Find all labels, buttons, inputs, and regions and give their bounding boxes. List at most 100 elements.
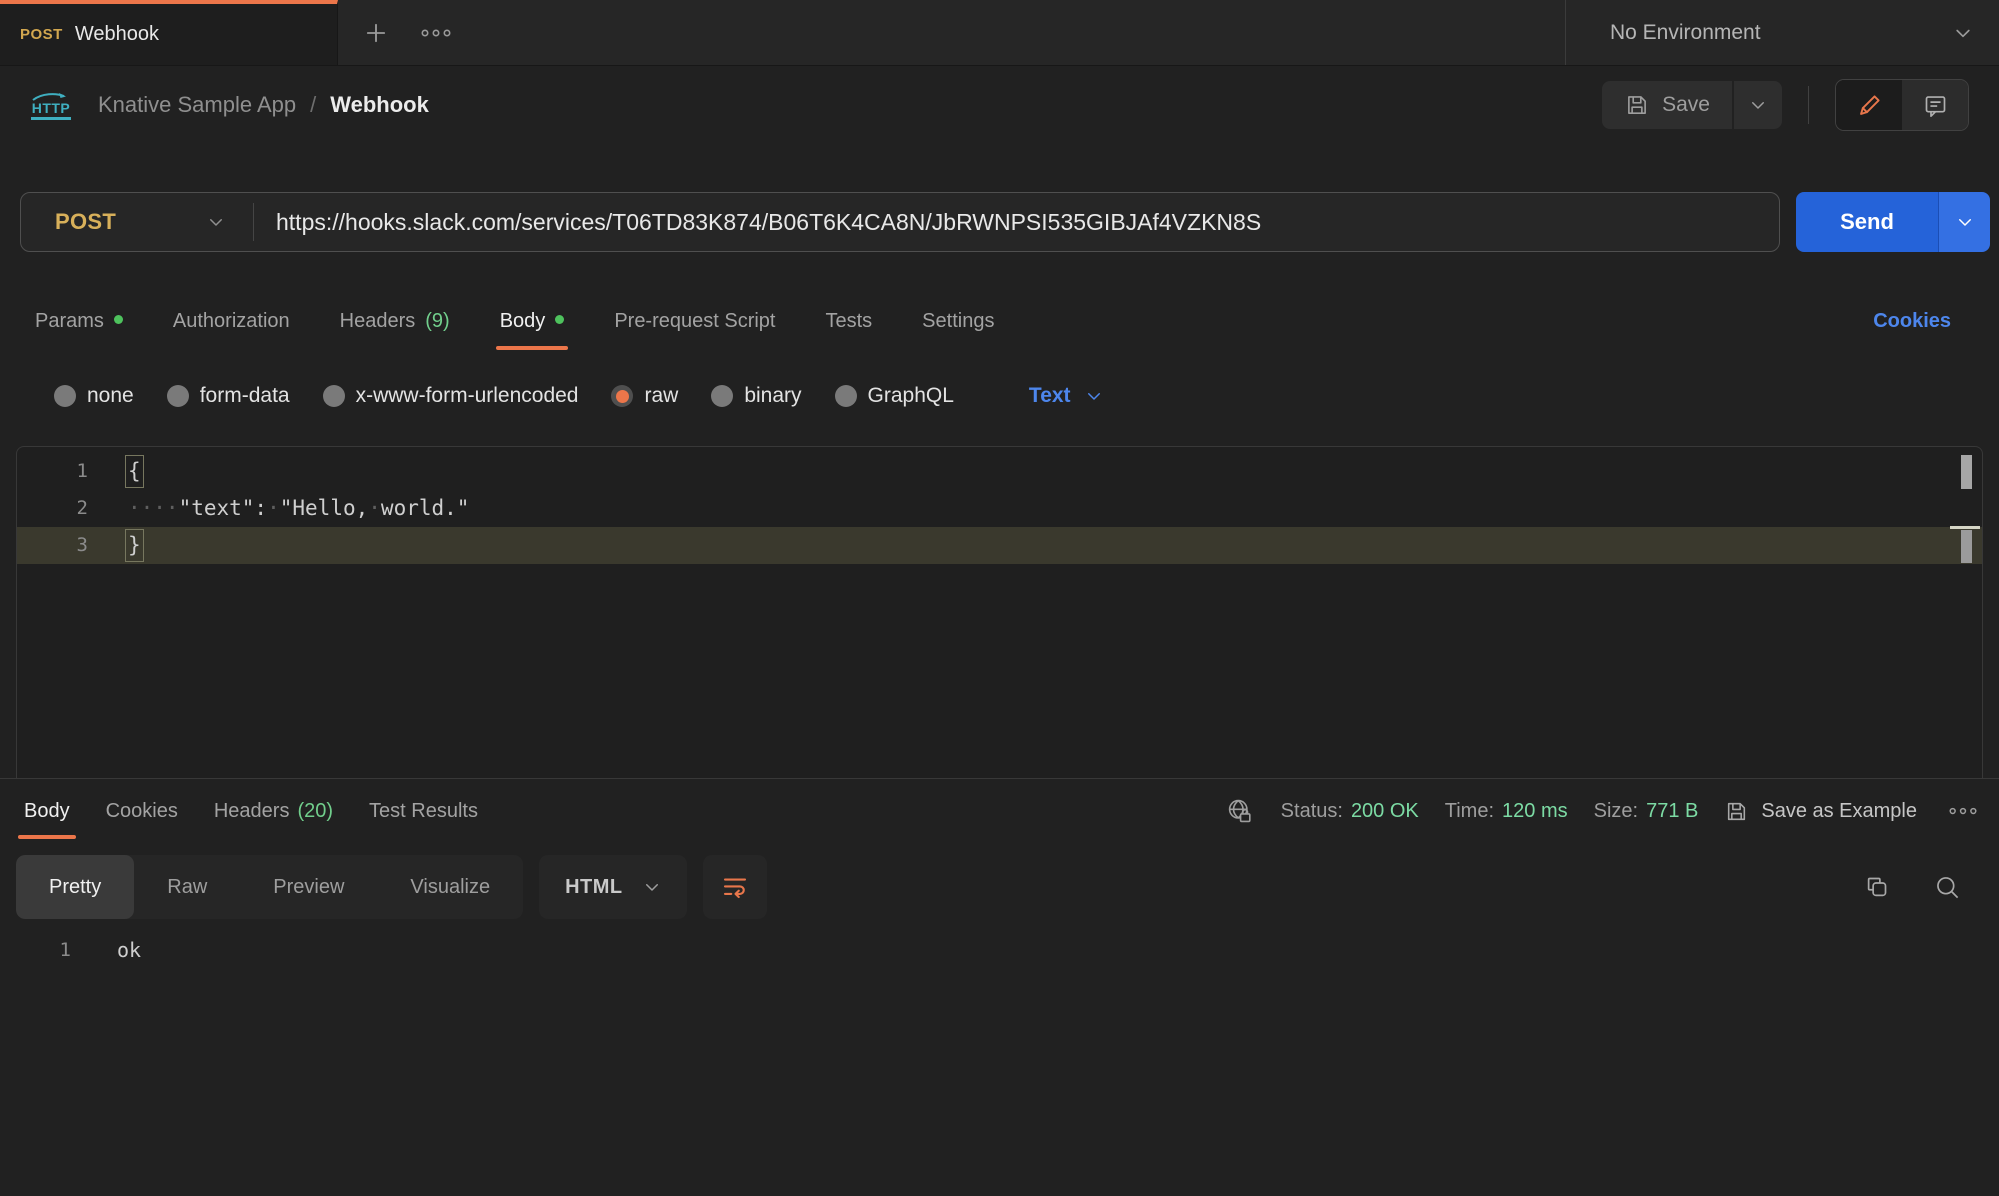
status-badge: Status: 200 OK	[1281, 800, 1419, 823]
radio-x-www-form-urlencoded[interactable]: x-www-form-urlencoded	[323, 384, 579, 408]
edit-comment-group	[1835, 79, 1969, 131]
response-body-tools	[1863, 874, 1961, 901]
tab-tests[interactable]: Tests	[825, 292, 872, 350]
response-tab-cookies[interactable]: Cookies	[106, 779, 178, 843]
save-button-label: Save	[1662, 93, 1710, 117]
view-pretty[interactable]: Pretty	[16, 855, 134, 919]
status-value: 200 OK	[1351, 800, 1419, 823]
chevron-down-icon	[1749, 96, 1767, 114]
raw-language-dropdown[interactable]: Text	[1029, 384, 1103, 408]
line-number: 2	[17, 490, 88, 527]
search-response-button[interactable]	[1934, 874, 1961, 901]
tab-authorization[interactable]: Authorization	[173, 292, 290, 350]
chevron-down-icon	[1953, 23, 1973, 43]
view-visualize[interactable]: Visualize	[377, 855, 523, 919]
response-headers-count: (20)	[297, 800, 333, 823]
plus-icon	[362, 19, 390, 47]
comment-icon	[1922, 92, 1949, 119]
headers-count: (9)	[425, 310, 449, 333]
tab-settings[interactable]: Settings	[922, 292, 994, 350]
comments-button[interactable]	[1902, 80, 1968, 130]
copy-response-button[interactable]	[1863, 874, 1890, 901]
tab-options-button[interactable]	[406, 0, 466, 65]
save-button[interactable]: Save	[1602, 81, 1732, 129]
cookies-link[interactable]: Cookies	[1873, 310, 1951, 333]
send-button-group: Send	[1796, 192, 1990, 252]
url-input[interactable]: https://hooks.slack.com/services/T06TD83…	[254, 209, 1779, 236]
radio-graphql[interactable]: GraphQL	[835, 384, 954, 408]
breadcrumb-request-name[interactable]: Webhook	[330, 92, 429, 118]
network-globe-lock-icon[interactable]	[1225, 796, 1255, 826]
breadcrumb-collection[interactable]: Knative Sample App	[98, 92, 296, 118]
radio-raw[interactable]: raw	[611, 384, 678, 408]
vertical-divider	[1808, 86, 1809, 124]
breadcrumb-row: HTTP Knative Sample App / Webhook Save	[0, 66, 1999, 144]
tab-title: Webhook	[75, 23, 159, 46]
view-preview[interactable]: Preview	[240, 855, 377, 919]
edit-request-button[interactable]	[1836, 80, 1902, 130]
cursor-ruler-mark	[1950, 526, 1980, 529]
editor-line-2: 2 ····"text":·"Hello,·world."	[17, 490, 1982, 527]
response-toolbar: Pretty Raw Preview Visualize HTML	[16, 855, 1983, 919]
save-options-button[interactable]	[1734, 81, 1782, 129]
chevron-down-icon	[207, 213, 225, 231]
chevron-down-icon	[1956, 213, 1974, 231]
radio-circle	[835, 385, 857, 407]
radio-circle	[711, 385, 733, 407]
time-value: 120 ms	[1502, 800, 1568, 823]
format-label: HTML	[565, 876, 623, 899]
view-raw[interactable]: Raw	[134, 855, 240, 919]
response-tab-headers[interactable]: Headers (20)	[214, 779, 333, 843]
save-as-example-button[interactable]: Save as Example	[1724, 799, 1917, 824]
chevron-down-icon	[1085, 387, 1103, 405]
response-body-line[interactable]: 1 ok	[0, 933, 1999, 967]
line-number: 1	[0, 933, 71, 967]
request-tab-webhook[interactable]: POST Webhook	[0, 0, 338, 65]
tab-headers[interactable]: Headers (9)	[340, 292, 450, 350]
send-button[interactable]: Send	[1796, 192, 1938, 252]
editor-line-3-current: 3 }	[17, 527, 1982, 564]
tab-pre-request-script[interactable]: Pre-request Script	[614, 292, 775, 350]
response-view-switcher: Pretty Raw Preview Visualize	[16, 855, 523, 919]
radio-circle-selected	[611, 385, 633, 407]
breadcrumb-separator: /	[310, 92, 316, 118]
response-header: Body Cookies Headers (20) Test Results S…	[0, 779, 1999, 843]
new-tab-button[interactable]	[346, 0, 406, 65]
request-body-editor[interactable]: 1 { 2 ····"text":·"Hello,·world." 3 }	[16, 446, 1983, 778]
tab-bar: POST Webhook No Environment	[0, 0, 1999, 66]
method-dropdown[interactable]: POST	[21, 193, 253, 251]
radio-circle	[323, 385, 345, 407]
postman-app: POST Webhook No Environment HTTP Knative	[0, 0, 1999, 1196]
response-meta: Status: 200 OK Time: 120 ms Size: 771 B …	[1225, 796, 1983, 826]
environment-selector[interactable]: No Environment	[1565, 0, 1999, 65]
response-options-button[interactable]	[1943, 806, 1983, 816]
send-options-button[interactable]	[1938, 192, 1990, 252]
response-tab-test-results[interactable]: Test Results	[369, 779, 478, 843]
radio-circle	[167, 385, 189, 407]
wrap-lines-button[interactable]	[703, 855, 767, 919]
response-tab-body[interactable]: Body	[24, 779, 70, 843]
method-label: POST	[55, 209, 116, 235]
response-body-text: ok	[117, 933, 141, 967]
radio-binary[interactable]: binary	[711, 384, 801, 408]
more-options-icon	[420, 28, 452, 38]
size-badge: Size: 771 B	[1594, 800, 1699, 823]
pencil-icon	[1856, 92, 1883, 119]
save-floppy-icon	[1624, 92, 1650, 118]
url-box: POST https://hooks.slack.com/services/T0…	[20, 192, 1780, 252]
tab-params[interactable]: Params	[35, 292, 123, 350]
editor-scrollbar-thumb[interactable]	[1961, 455, 1972, 489]
tab-body[interactable]: Body	[500, 292, 565, 350]
header-actions: Save	[1602, 79, 1969, 131]
line-number: 3	[17, 527, 88, 564]
radio-none[interactable]: none	[54, 384, 134, 408]
request-url-row: POST https://hooks.slack.com/services/T0…	[20, 192, 1979, 252]
radio-form-data[interactable]: form-data	[167, 384, 290, 408]
environment-label: No Environment	[1610, 21, 1761, 45]
open-brace: {	[125, 455, 144, 488]
copy-icon	[1863, 874, 1890, 901]
response-format-dropdown[interactable]: HTML	[539, 855, 687, 919]
editor-line-1: 1 {	[17, 453, 1982, 490]
body-green-dot	[555, 315, 564, 324]
http-request-icon: HTTP	[30, 91, 72, 120]
